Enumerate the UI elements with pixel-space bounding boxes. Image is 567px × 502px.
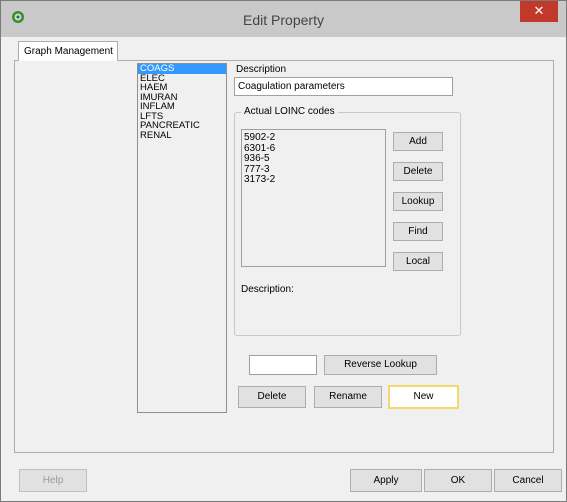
title-bar: Edit Property ✕ [1, 1, 566, 37]
ok-button[interactable]: OK [424, 469, 492, 492]
close-icon: ✕ [533, 3, 545, 18]
tab-graph-management[interactable]: Graph Management [18, 41, 118, 61]
loinc-code-item[interactable]: 3173-2 [244, 174, 383, 186]
add-code-button[interactable]: Add [393, 132, 443, 151]
window-title: Edit Property [243, 12, 324, 28]
lookup-button[interactable]: Lookup [393, 192, 443, 211]
cancel-button[interactable]: Cancel [494, 469, 562, 492]
local-button[interactable]: Local [393, 252, 443, 271]
find-button[interactable]: Find [393, 222, 443, 241]
close-button[interactable]: ✕ [520, 1, 558, 22]
new-group-button[interactable]: New [388, 385, 459, 409]
loinc-code-item[interactable]: 5902-2 [244, 132, 383, 144]
delete-code-button[interactable]: Delete [393, 162, 443, 181]
description-field[interactable]: Coagulation parameters [234, 77, 453, 96]
reverse-lookup-button[interactable]: Reverse Lookup [324, 355, 437, 375]
group-list-item[interactable]: RENAL [138, 130, 226, 141]
loinc-codes-list[interactable]: 5902-2 6301-6 936-5 777-3 3173-2 [241, 129, 386, 267]
group-listbox[interactable]: COAGS ELEC HAEM IMURAN INFLAM LFTS PANCREATIC R… [137, 63, 227, 413]
description-label: Description [236, 64, 287, 75]
edit-property-window: Edit Property ✕ Graph Management COAGS EL… [0, 0, 567, 502]
apply-button[interactable]: Apply [350, 469, 422, 492]
reverse-lookup-input[interactable] [249, 355, 317, 375]
code-description-label: Description: [241, 284, 294, 295]
help-button[interactable]: Help [19, 469, 87, 492]
delete-group-button[interactable]: Delete [238, 386, 306, 408]
loinc-code-item[interactable]: 936-5 [244, 153, 383, 165]
rename-group-button[interactable]: Rename [314, 386, 382, 408]
loinc-codes-title: Actual LOINC codes [241, 106, 338, 117]
